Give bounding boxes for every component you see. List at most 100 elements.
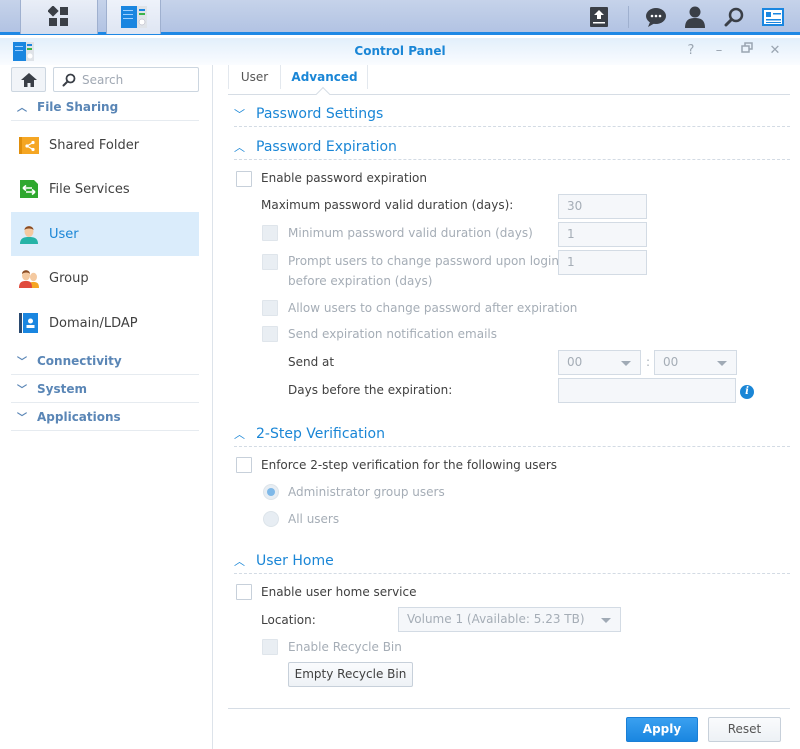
user-icon [18,223,40,245]
widgets-button[interactable] [758,3,788,31]
days-before-input[interactable] [558,378,736,403]
sidebar-item-group[interactable]: Group [11,256,199,300]
sidebar-item-label: Shared Folder [49,137,140,153]
control-panel-icon [120,6,147,28]
minimize-button[interactable]: – [710,42,728,60]
category-system[interactable]: ﹀ System [11,375,199,403]
enable-recycle-bin-label: Enable Recycle Bin [288,640,402,654]
min-duration-checkbox[interactable] [262,225,278,241]
section-password-expiration[interactable]: ︿ Password Expiration [234,134,790,160]
chevron-down-icon: ﹀ [17,413,27,424]
sidebar-item-label: Domain/LDAP [49,315,138,331]
home-button[interactable] [11,67,46,92]
send-at-label: Send at [288,355,335,369]
control-panel-taskbar-button[interactable] [106,0,161,34]
help-button[interactable]: ? [682,42,700,60]
prompt-change-label-line1: Prompt users to change password upon log… [288,254,559,268]
chevron-up-icon: ︿ [234,140,245,154]
file-services-icon [18,178,40,200]
domain-ldap-icon [18,312,40,334]
category-applications[interactable]: ﹀ Applications [11,403,199,431]
prompt-change-label-line2: before expiration (days) [288,274,433,288]
window-titlebar: Control Panel ? – ✕ [0,38,800,65]
search-input[interactable]: Search [53,67,199,92]
sidebar-item-label: User [49,226,79,242]
minimize-icon: – [715,43,723,58]
user-icon [685,6,705,28]
notifications-button[interactable] [641,3,671,31]
tab-advanced[interactable]: Advanced [282,65,368,89]
section-password-settings[interactable]: ﹀ Password Settings [234,101,790,127]
send-at-minute-select[interactable]: 00 [654,350,737,375]
chevron-up-icon: ︿ [17,103,27,114]
time-separator: : [646,355,651,369]
restore-button[interactable] [738,42,756,60]
footer-divider [228,708,790,709]
apply-button[interactable]: Apply [626,717,698,742]
window-title: Control Panel [354,44,446,58]
send-at-hour-select[interactable]: 00 [558,350,641,375]
chevron-down-icon: ﹀ [17,385,27,396]
max-duration-label: Maximum password valid duration (days): [261,198,514,212]
category-file-sharing[interactable]: ︿ File Sharing [11,93,199,121]
allow-change-after-expiration-checkbox[interactable] [262,300,278,316]
grid-icon [48,6,68,26]
tab-user[interactable]: User [228,65,281,89]
enable-recycle-bin-checkbox[interactable] [262,639,278,655]
user-menu-button[interactable] [680,3,710,31]
widgets-icon [762,8,784,26]
search-icon [62,73,76,86]
enforce-two-step-checkbox[interactable] [236,457,252,473]
upload-icon [590,7,608,27]
section-user-home[interactable]: ︿ User Home [234,548,790,574]
upload-button[interactable] [584,3,614,31]
taskbar [0,0,800,35]
search-placeholder: Search [82,72,124,87]
section-title: Password Expiration [256,138,397,155]
search-icon [724,7,744,27]
enable-user-home-checkbox[interactable] [236,584,252,600]
send-notification-checkbox[interactable] [262,326,278,342]
category-connectivity[interactable]: ﹀ Connectivity [11,347,199,375]
info-icon[interactable]: i [740,385,754,399]
close-icon: ✕ [769,43,781,58]
enable-password-expiration-checkbox[interactable] [236,171,252,187]
search-button[interactable] [719,3,749,31]
shared-folder-icon [18,134,40,156]
radio-all-users[interactable] [263,511,279,527]
group-icon [18,267,40,289]
allow-change-after-expiration-label: Allow users to change password after exp… [288,301,578,315]
days-before-label: Days before the expiration: [288,383,453,397]
sidebar-item-label: File Services [49,181,130,197]
section-title: Password Settings [256,105,384,122]
location-select[interactable]: Volume 1 (Available: 5.23 TB) [398,607,621,632]
prompt-change-checkbox[interactable] [262,254,278,270]
reset-button[interactable]: Reset [708,717,781,742]
sidebar-item-shared-folder[interactable]: Shared Folder [11,123,199,167]
category-label: Applications [37,409,121,424]
close-button[interactable]: ✕ [766,42,784,60]
prompt-days-input[interactable]: 1 [558,250,647,275]
sidebar-item-domain-ldap[interactable]: Domain/LDAP [11,301,199,345]
radio-admin-group-users[interactable] [263,484,279,500]
category-label: System [37,381,87,396]
section-title: User Home [256,552,334,569]
send-at-hour-value: 00 [567,355,583,369]
sidebar-item-file-services[interactable]: File Services [11,167,199,211]
section-two-step-verification[interactable]: ︿ 2-Step Verification [234,421,790,447]
sidebar-item-user[interactable]: User [11,212,199,256]
empty-recycle-bin-button[interactable]: Empty Recycle Bin [288,662,413,687]
main-menu-button[interactable] [20,0,98,34]
max-duration-input[interactable]: 30 [558,194,647,219]
help-icon: ? [687,43,695,58]
chevron-up-icon: ︿ [234,427,245,441]
send-at-minute-value: 00 [663,355,679,369]
sidebar-item-label: Group [49,270,89,286]
category-label: File Sharing [37,99,119,114]
location-label: Location: [261,613,316,627]
dropdown-arrow-icon [717,361,727,366]
min-duration-input[interactable]: 1 [558,222,647,247]
send-notification-label: Send expiration notification emails [288,327,497,341]
category-label: Connectivity [37,353,122,368]
dropdown-arrow-icon [601,618,611,623]
